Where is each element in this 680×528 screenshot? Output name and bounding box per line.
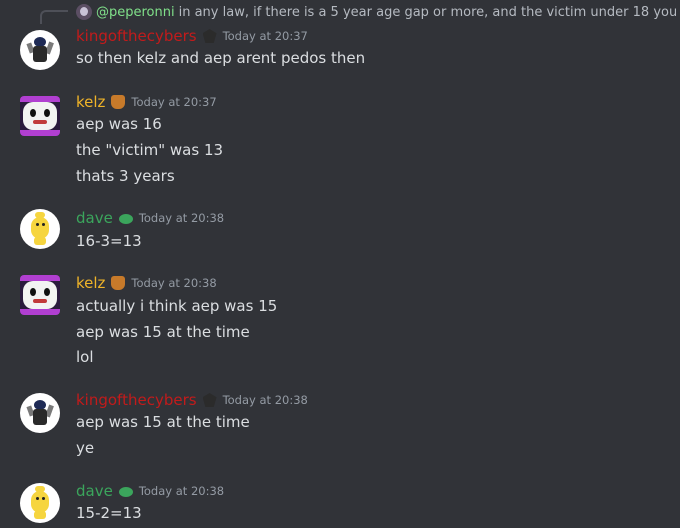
timestamp[interactable]: Today at 20:38 bbox=[131, 276, 216, 290]
message-text: the "victim" was 13 bbox=[76, 141, 224, 159]
message-text: aep was 16 bbox=[76, 115, 162, 133]
avatar-kelz[interactable] bbox=[20, 96, 60, 136]
avatar-dave[interactable] bbox=[20, 209, 60, 249]
username-kelz[interactable]: kelz bbox=[76, 93, 105, 111]
crown-icon bbox=[202, 393, 217, 407]
username-kingofthecybers[interactable]: kingofthecybers bbox=[76, 27, 197, 45]
timestamp[interactable]: Today at 20:37 bbox=[131, 95, 216, 109]
message-text: 16-3=13 bbox=[76, 232, 142, 250]
crown-icon bbox=[202, 29, 217, 43]
message-text: ye bbox=[76, 439, 95, 457]
avatar-kingofthecybers[interactable] bbox=[20, 393, 60, 433]
message-text: thats 3 years bbox=[76, 167, 175, 185]
username-dave[interactable]: dave bbox=[76, 482, 113, 500]
reply-preview[interactable]: @peperonni in any law, if there is a 5 y… bbox=[76, 3, 676, 21]
message-text: 15-2=13 bbox=[76, 504, 142, 522]
username-kingofthecybers[interactable]: kingofthecybers bbox=[76, 391, 197, 409]
username-dave[interactable]: dave bbox=[76, 209, 113, 227]
timestamp[interactable]: Today at 20:38 bbox=[139, 484, 224, 498]
reply-connector bbox=[40, 10, 68, 24]
reply-text[interactable]: in any law, if there is a 5 year age gap… bbox=[179, 5, 676, 20]
avatar-dave[interactable] bbox=[20, 483, 60, 523]
reply-avatar[interactable] bbox=[76, 4, 92, 20]
message-text: aep was 15 at the time bbox=[76, 323, 250, 341]
message-text: aep was 15 at the time bbox=[76, 413, 250, 431]
avatar-kelz[interactable] bbox=[20, 275, 60, 315]
timestamp[interactable]: Today at 20:37 bbox=[223, 29, 308, 43]
cat-icon bbox=[111, 95, 126, 109]
green-hat-icon bbox=[118, 214, 133, 224]
green-hat-icon bbox=[118, 487, 133, 497]
cat-icon bbox=[111, 276, 126, 290]
avatar-kingofthecybers[interactable] bbox=[20, 30, 60, 70]
reply-mention[interactable]: @peperonni bbox=[96, 5, 175, 20]
username-kelz[interactable]: kelz bbox=[76, 274, 105, 292]
timestamp[interactable]: Today at 20:38 bbox=[139, 211, 224, 225]
message-text: actually i think aep was 15 bbox=[76, 297, 278, 315]
message-text: lol bbox=[76, 348, 94, 366]
message-text: so then kelz and aep arent pedos then bbox=[76, 49, 366, 67]
timestamp[interactable]: Today at 20:38 bbox=[223, 393, 308, 407]
